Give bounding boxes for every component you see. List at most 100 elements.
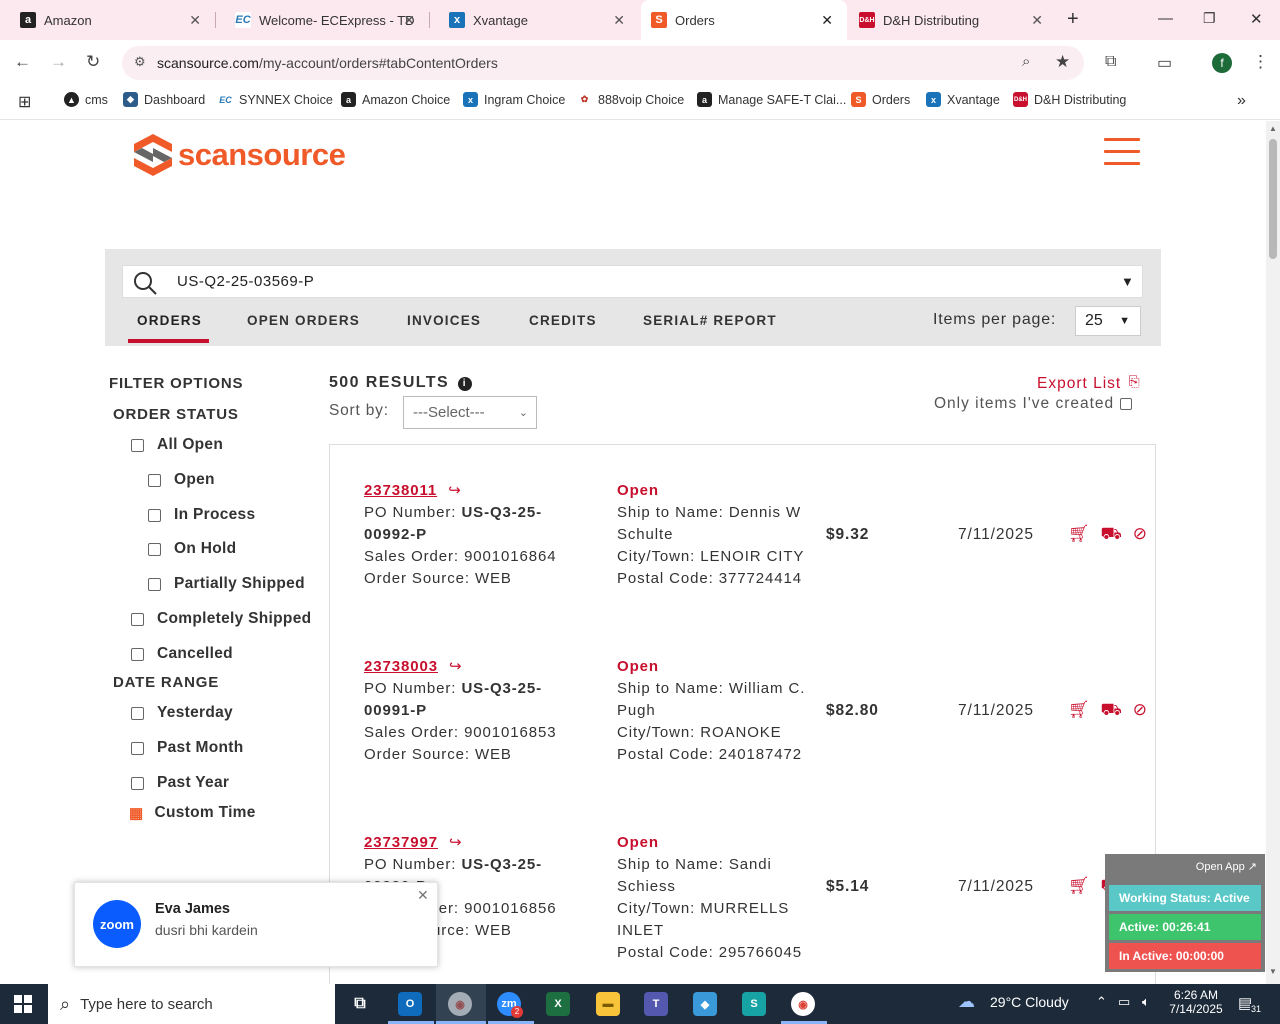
filter-open[interactable]: Open	[148, 471, 215, 489]
new-tab-button[interactable]: +	[1067, 8, 1079, 31]
tab-dh[interactable]: D&H D&H Distributing ✕	[849, 0, 1057, 40]
app-s-icon[interactable]: S	[742, 992, 766, 1016]
filter-yesterday[interactable]: Yesterday	[131, 704, 233, 722]
url-text[interactable]: scansource.com/my-account/orders#tabCont…	[157, 55, 498, 71]
close-icon[interactable]: ✕	[417, 887, 429, 904]
task-view-icon[interactable]: ⧉	[348, 992, 372, 1016]
site-info-icon[interactable]: ⚙	[134, 54, 146, 70]
back-icon[interactable]: ←	[14, 52, 31, 72]
side-panel-icon[interactable]: ▭	[1157, 53, 1172, 73]
only-mine-filter[interactable]: Only items I've created	[934, 395, 1133, 413]
menu-dots-icon[interactable]: ⋮	[1252, 52, 1269, 72]
order-number-link[interactable]: 23738011	[364, 482, 437, 499]
forward-icon[interactable]: →	[50, 52, 67, 72]
apps-grid-icon[interactable]: ⊞	[18, 92, 31, 112]
chrome-profile-icon[interactable]: ◉	[791, 992, 815, 1016]
bookmark-star-icon[interactable]: ★	[1055, 52, 1070, 72]
filter-completely-shipped[interactable]: Completely Shipped	[131, 610, 311, 628]
filter-all-open[interactable]: All Open	[131, 436, 223, 454]
weather-text[interactable]: 29°C Cloudy	[990, 994, 1069, 1010]
info-icon[interactable]: i	[457, 377, 472, 391]
bookmark-xvantage[interactable]: x Xvantage	[926, 92, 1000, 107]
weather-icon[interactable]: ☁	[958, 992, 975, 1012]
cancel-icon[interactable]: ⊘	[1133, 699, 1148, 721]
close-icon[interactable]: ✕	[1031, 12, 1043, 29]
tab-xvantage[interactable]: x Xvantage ✕	[429, 0, 639, 40]
order-search-input[interactable]: US-Q2-25-03569-P ▼	[122, 265, 1143, 298]
taskbar-search[interactable]: ⌕ Type here to search	[48, 984, 335, 1024]
filter-past-year[interactable]: Past Year	[131, 774, 229, 792]
add-to-cart-icon[interactable]: 🛒︎	[1068, 699, 1090, 721]
app-diamond-icon[interactable]: ◆	[693, 992, 717, 1016]
close-icon[interactable]: ✕	[189, 12, 201, 29]
tab-ecexpress[interactable]: EC Welcome- ECExpress - TD ✕	[215, 0, 429, 40]
open-app-link[interactable]: Open App ↗	[1196, 860, 1257, 873]
tab-open-orders[interactable]: OPEN ORDERS	[247, 313, 360, 328]
share-icon[interactable]: ↪	[449, 658, 462, 675]
restore-button[interactable]: ❐	[1203, 10, 1216, 27]
filter-custom-time[interactable]: ▦ Custom Time	[129, 804, 256, 822]
order-amount: $5.14	[826, 878, 870, 895]
tab-serial-report[interactable]: SERIAL# REPORT	[643, 313, 777, 328]
shipment-tracking-icon[interactable]: ⛟	[1100, 699, 1122, 721]
shipment-tracking-icon[interactable]: ⛟	[1100, 523, 1122, 545]
dashboard-icon: ◆	[123, 92, 138, 107]
volume-icon[interactable]: 🔈︎	[1142, 994, 1150, 1010]
close-icon[interactable]: ✕	[613, 12, 625, 29]
scansource-logo[interactable]: scansource	[134, 134, 346, 176]
tab-orders[interactable]: ORDERS	[137, 313, 202, 328]
order-number-link[interactable]: 23738003	[364, 658, 438, 675]
bookmark-ingram[interactable]: x Ingram Choice	[463, 92, 565, 107]
chevron-up-icon[interactable]: ⌃	[1096, 994, 1107, 1010]
hamburger-menu-icon[interactable]	[1104, 138, 1140, 168]
tab-orders[interactable]: S Orders ✕	[641, 0, 847, 40]
share-icon[interactable]: ↪	[448, 482, 461, 499]
bookmark-orders[interactable]: S Orders	[851, 92, 910, 107]
share-icon[interactable]: ↪	[449, 834, 462, 851]
close-icon[interactable]: ✕	[403, 12, 415, 29]
bookmark-dashboard[interactable]: ◆ Dashboard	[123, 92, 205, 107]
checkbox	[131, 612, 144, 626]
export-list-link[interactable]: Export List ⎘	[1037, 373, 1141, 393]
add-to-cart-icon[interactable]: 🛒︎	[1068, 875, 1090, 897]
bookmark-cms[interactable]: ▲ cms	[64, 92, 108, 107]
order-number-link[interactable]: 23737997	[364, 834, 438, 851]
page-scrollbar[interactable]: ▲ ▼	[1266, 121, 1280, 984]
search-dropdown-icon[interactable]: ▼	[1121, 274, 1134, 289]
zoom-icon[interactable]: ⌕	[1022, 53, 1030, 70]
more-bookmarks-icon[interactable]: »	[1237, 92, 1246, 110]
tab-credits[interactable]: CREDITS	[529, 313, 597, 328]
add-to-cart-icon[interactable]: 🛒︎	[1068, 523, 1090, 545]
outlook-icon[interactable]: O	[398, 992, 422, 1016]
cancel-icon[interactable]: ⊘	[1133, 523, 1148, 545]
teams-icon[interactable]: T	[644, 992, 668, 1016]
sort-select[interactable]: ---Select--- ⌄	[403, 396, 537, 429]
bookmark-synnex[interactable]: EC SYNNEX Choice	[218, 92, 333, 107]
scansource-icon: S	[851, 92, 866, 107]
tab-amazon[interactable]: a Amazon ✕	[0, 0, 215, 40]
address-bar[interactable]: ⚙ scansource.com/my-account/orders#tabCo…	[122, 46, 1084, 80]
bookmark-amazon[interactable]: a Amazon Choice	[341, 92, 450, 107]
filter-partially-shipped[interactable]: Partially Shipped	[148, 575, 305, 593]
filter-on-hold[interactable]: On Hold	[148, 540, 236, 558]
network-icon[interactable]: ▭	[1118, 994, 1130, 1010]
profile-avatar[interactable]: f	[1212, 53, 1232, 73]
bookmark-888voip[interactable]: ✿ 888voip Choice	[577, 92, 684, 107]
close-icon[interactable]: ✕	[821, 12, 833, 29]
extensions-icon[interactable]: ⧉	[1105, 53, 1116, 71]
filter-cancelled[interactable]: Cancelled	[131, 645, 233, 663]
tab-invoices[interactable]: INVOICES	[407, 313, 481, 328]
filter-in-process[interactable]: In Process	[148, 506, 255, 524]
clock[interactable]: 6:26 AM 7/14/2025	[1167, 988, 1225, 1016]
items-per-page-select[interactable]: 25 ▼	[1075, 306, 1141, 336]
bookmark-dh[interactable]: D&H D&H Distributing	[1013, 92, 1126, 107]
reload-icon[interactable]: ↻	[86, 52, 100, 72]
file-explorer-icon[interactable]: ▬	[596, 992, 620, 1016]
filter-past-month[interactable]: Past Month	[131, 739, 244, 757]
excel-icon[interactable]: X	[546, 992, 570, 1016]
bookmark-safe-t[interactable]: a Manage SAFE-T Clai...	[697, 92, 846, 107]
minimize-button[interactable]: —	[1158, 10, 1173, 27]
zoom-notification[interactable]: zoom Eva James dusri bhi kardein ✕	[74, 882, 438, 967]
window-close-button[interactable]: ✕	[1250, 10, 1263, 28]
windows-start-icon[interactable]	[14, 995, 32, 1013]
